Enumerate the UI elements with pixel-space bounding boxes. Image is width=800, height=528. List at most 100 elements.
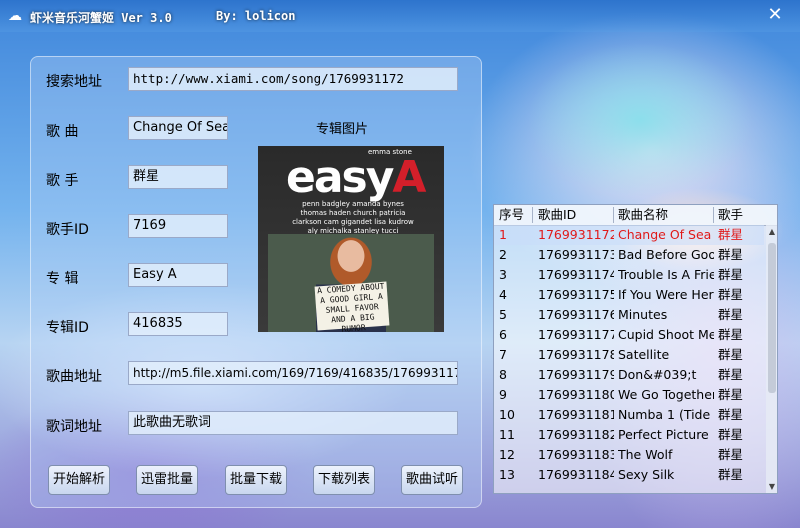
header-divider: [532, 207, 533, 223]
row-artist: 群星: [718, 367, 744, 382]
row-song-name: Satellite: [618, 347, 670, 362]
album-label: 专 辑: [46, 271, 79, 287]
cover-logo: easyA: [286, 152, 426, 203]
row-index: 3: [499, 267, 507, 282]
row-song-name: The Wolf: [618, 447, 673, 462]
album-id-label: 专辑ID: [46, 320, 89, 336]
row-song-id: 1769931182: [538, 427, 614, 442]
row-song-id: 1769931177: [538, 327, 614, 342]
table-row[interactable]: 13 1769931184 Sexy Silk 群星: [494, 465, 764, 485]
row-song-name: Cupid Shoot Me: [618, 327, 714, 342]
search-input[interactable]: http://www.xiami.com/song/1769931172: [128, 67, 458, 91]
table-row[interactable]: 5 1769931176 Minutes 群星: [494, 305, 764, 325]
row-artist: 群星: [718, 247, 744, 262]
row-index: 11: [499, 427, 515, 442]
close-icon[interactable]: ✕: [762, 4, 788, 26]
row-song-id: 1769931180: [538, 387, 614, 402]
row-song-id: 1769931173: [538, 247, 614, 262]
header-artist[interactable]: 歌手: [718, 205, 758, 225]
song-list[interactable]: 序号 歌曲ID 歌曲名称 歌手 1 1769931172 Change Of Sea…: [493, 204, 778, 494]
row-index: 7: [499, 347, 507, 362]
artist-field[interactable]: 群星: [128, 165, 228, 189]
table-row[interactable]: 4 1769931175 If You Were Here 群星: [494, 285, 764, 305]
row-index: 9: [499, 387, 507, 402]
row-artist: 群星: [718, 467, 744, 482]
row-song-name: Minutes: [618, 307, 668, 322]
row-song-id: 1769931179: [538, 367, 614, 382]
row-index: 4: [499, 287, 507, 302]
thunder-batch-button[interactable]: 迅雷批量: [136, 465, 198, 495]
table-row[interactable]: 6 1769931177 Cupid Shoot Me 群星: [494, 325, 764, 345]
row-index: 1: [499, 227, 507, 242]
table-row[interactable]: 3 1769931174 Trouble Is A Friend 群星: [494, 265, 764, 285]
header-index[interactable]: 序号: [499, 205, 531, 225]
cover-logo-a: A: [392, 152, 426, 203]
row-song-name: Perfect Picture: [618, 427, 709, 442]
header-divider: [613, 207, 614, 223]
app-icon: ☁: [8, 8, 22, 24]
row-index: 2: [499, 247, 507, 262]
download-list-button[interactable]: 下载列表: [313, 465, 375, 495]
row-artist: 群星: [718, 287, 744, 302]
artist-label: 歌 手: [46, 173, 79, 189]
cover-sign: A COMEDY ABOUT A GOOD GIRL A SMALL FAVOR…: [314, 281, 390, 332]
window-title: 虾米音乐河蟹姬 Ver 3.0: [30, 11, 172, 25]
row-index: 13: [499, 467, 515, 482]
artist-id-field[interactable]: 7169: [128, 214, 228, 238]
row-song-id: 1769931183: [538, 447, 614, 462]
batch-download-button[interactable]: 批量下载: [225, 465, 287, 495]
parse-button[interactable]: 开始解析: [48, 465, 110, 495]
row-artist: 群星: [718, 407, 744, 422]
preview-button[interactable]: 歌曲试听: [401, 465, 463, 495]
row-artist: 群星: [718, 227, 744, 242]
lyrics-label: 歌词地址: [46, 419, 102, 435]
row-artist: 群星: [718, 387, 744, 402]
search-label: 搜索地址: [46, 74, 102, 90]
table-row[interactable]: 8 1769931179 Don&#039;t 群星: [494, 365, 764, 385]
table-row[interactable]: 10 1769931181 Numba 1 (Tide Is High) 群星: [494, 405, 764, 425]
scrollbar-thumb[interactable]: [768, 243, 776, 393]
row-song-name: Trouble Is A Friend: [618, 267, 714, 282]
row-song-id: 1769931178: [538, 347, 614, 362]
row-artist: 群星: [718, 427, 744, 442]
table-row[interactable]: 1 1769931172 Change Of Sea 群星: [494, 225, 764, 245]
song-field[interactable]: Change Of Sea: [128, 116, 228, 140]
row-index: 10: [499, 407, 515, 422]
lyrics-field[interactable]: 此歌曲无歌词: [128, 411, 458, 435]
song-list-header: 序号 歌曲ID 歌曲名称 歌手: [494, 205, 777, 226]
scroll-up-icon[interactable]: ▲: [766, 226, 777, 238]
table-row[interactable]: 2 1769931173 Bad Before Good 群星: [494, 245, 764, 265]
row-song-name: Numba 1 (Tide Is High): [618, 407, 714, 422]
table-row[interactable]: 11 1769931182 Perfect Picture 群星: [494, 425, 764, 445]
album-id-field[interactable]: 416835: [128, 312, 228, 336]
scroll-down-icon[interactable]: ▼: [766, 481, 777, 493]
window-author: By: lolicon: [216, 9, 296, 23]
row-song-name: Bad Before Good: [618, 247, 714, 262]
header-song-id[interactable]: 歌曲ID: [538, 205, 614, 225]
table-row[interactable]: 9 1769931180 We Go Together 群星: [494, 385, 764, 405]
album-cover: emma stone easyA penn badgley amanda byn…: [258, 146, 444, 332]
row-artist: 群星: [718, 447, 744, 462]
artist-id-label: 歌手ID: [46, 222, 89, 238]
row-artist: 群星: [718, 327, 744, 342]
table-row[interactable]: 12 1769931183 The Wolf 群星: [494, 445, 764, 465]
cover-logo-easy: easy: [286, 152, 394, 203]
title-bar[interactable]: ☁ 虾米音乐河蟹姬 Ver 3.0 By: lolicon ✕: [0, 0, 800, 32]
row-song-name: If You Were Here: [618, 287, 714, 302]
song-url-field[interactable]: http://m5.file.xiami.com/169/7169/416835…: [128, 361, 458, 385]
row-artist: 群星: [718, 307, 744, 322]
row-song-name: We Go Together: [618, 387, 714, 402]
header-song-name[interactable]: 歌曲名称: [618, 205, 714, 225]
album-field[interactable]: Easy A: [128, 263, 228, 287]
row-song-id: 1769931184: [538, 467, 614, 482]
row-song-id: 1769931175: [538, 287, 614, 302]
song-label: 歌 曲: [46, 124, 79, 140]
row-index: 6: [499, 327, 507, 342]
row-artist: 群星: [718, 267, 744, 282]
row-index: 5: [499, 307, 507, 322]
row-song-name: Sexy Silk: [618, 467, 675, 482]
row-index: 8: [499, 367, 507, 382]
table-row[interactable]: 7 1769931178 Satellite 群星: [494, 345, 764, 365]
row-song-id: 1769931172: [538, 227, 614, 242]
row-index: 12: [499, 447, 515, 462]
